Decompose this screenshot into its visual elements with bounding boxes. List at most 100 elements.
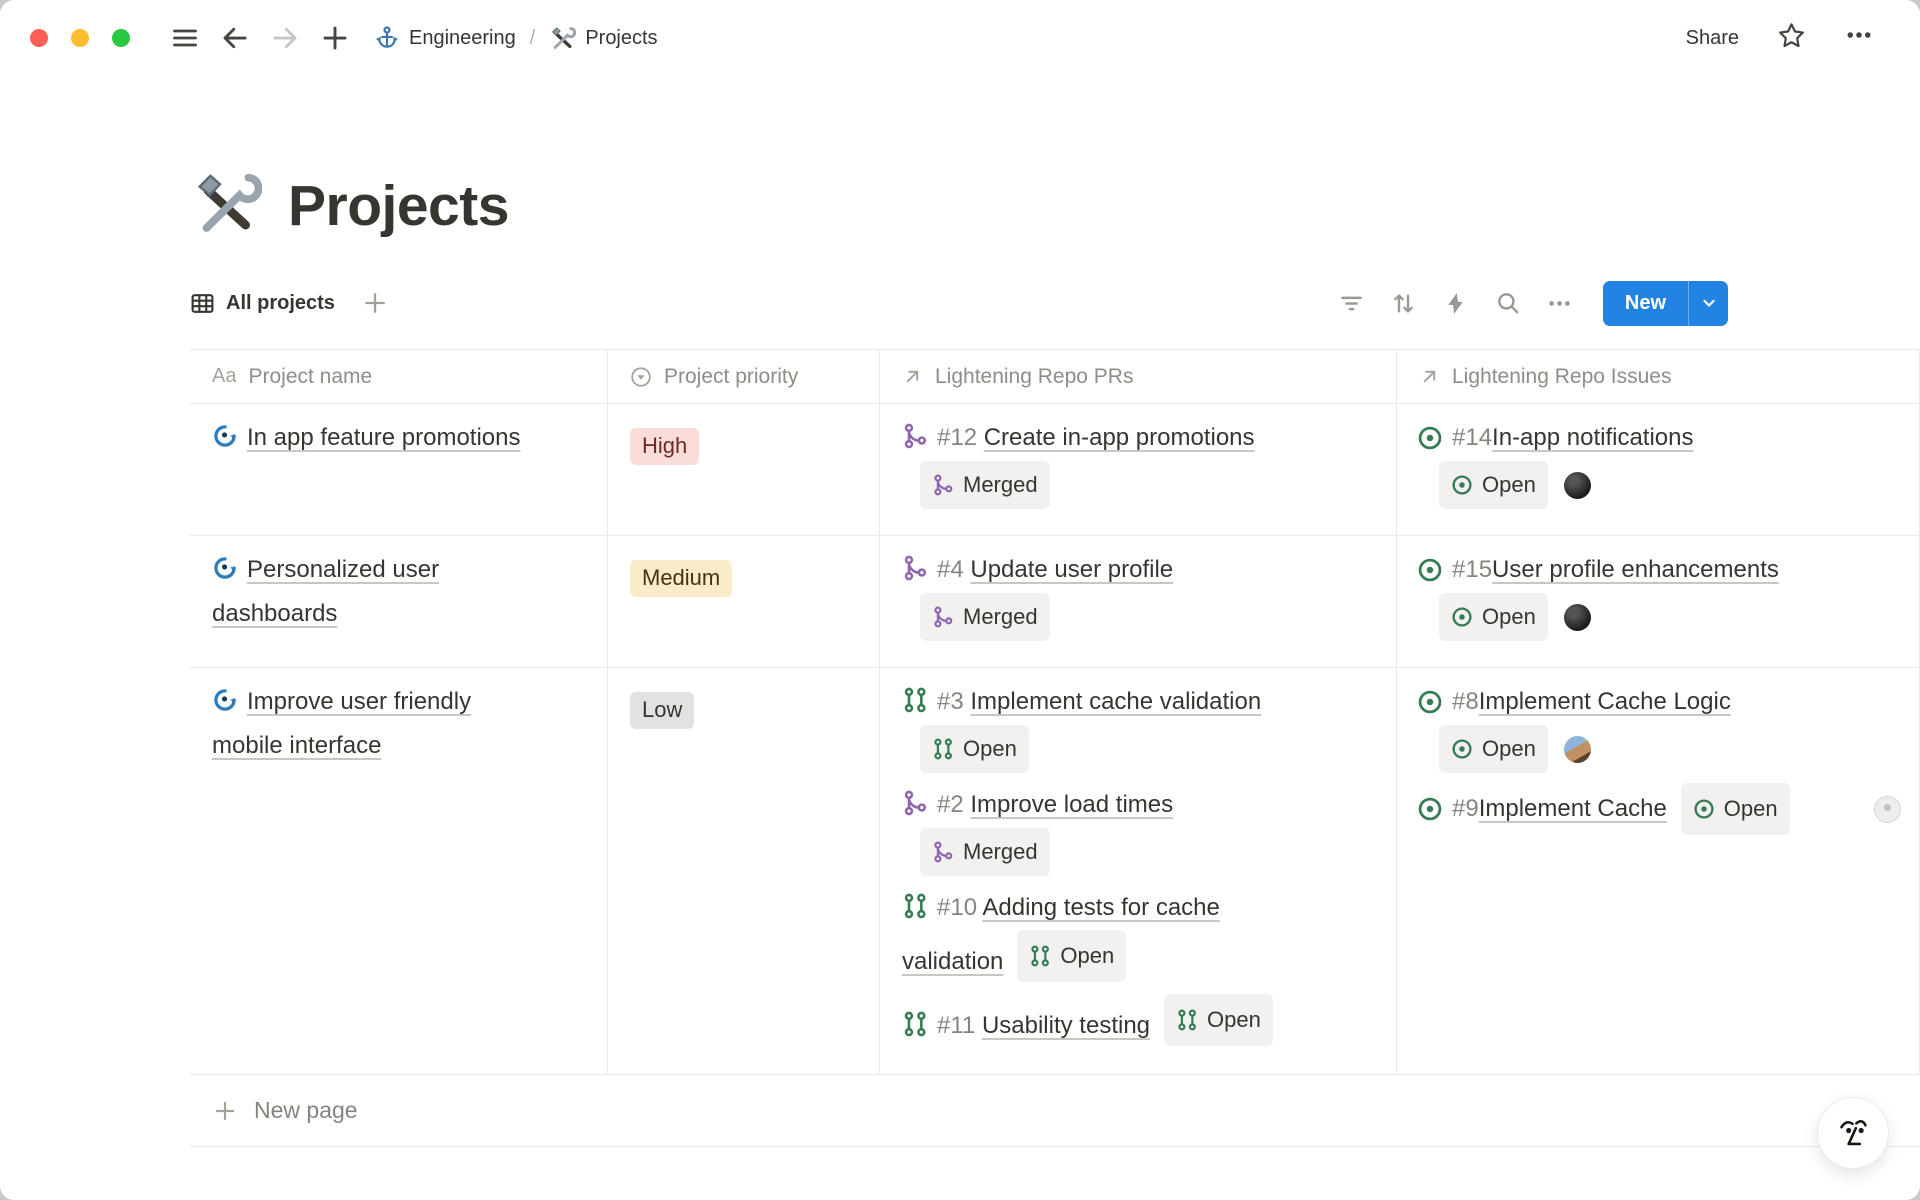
view-label: All projects: [226, 292, 335, 315]
share-button[interactable]: Share: [1686, 27, 1739, 50]
menu-icon[interactable]: [165, 18, 205, 58]
app-window: Engineering / Projects Share: [0, 0, 1920, 1200]
status-badge-label: Open: [963, 729, 1017, 769]
more-icon[interactable]: [1844, 20, 1874, 56]
issue-entry: #15 User profile enhancementsOpen: [1417, 548, 1901, 641]
new-page-button[interactable]: New page: [190, 1075, 1920, 1147]
column-header-label: Lightening Repo Issues: [1452, 365, 1672, 389]
zoom-button[interactable]: [112, 29, 130, 47]
priority-badge[interactable]: Low: [630, 692, 694, 729]
pr-link-line: #2 Improve load times: [902, 783, 1312, 827]
column-header-project-priority[interactable]: Project priority: [608, 350, 880, 403]
forward-arrow-icon[interactable]: [265, 18, 305, 58]
titlebar: Engineering / Projects Share: [0, 0, 1920, 76]
new-button[interactable]: New: [1603, 281, 1689, 326]
pr-link-line: #3 Implement cache validation: [902, 680, 1312, 724]
project-page-link[interactable]: Improve user friendly mobile interface: [212, 688, 471, 759]
column-header-lightening-repo-prs[interactable]: Lightening Repo PRs: [880, 350, 1397, 403]
table-row: In app feature promotionsHigh#12 Create …: [190, 404, 1920, 536]
plus-icon: [212, 1098, 238, 1124]
column-header-label: Project priority: [664, 365, 798, 389]
status-badge-label: Merged: [963, 597, 1038, 637]
breadcrumb-workspace-label: Engineering: [409, 27, 516, 50]
issue-link-line: #9 Implement CacheOpen: [1417, 783, 1901, 835]
pr-link[interactable]: Create in-app promotions: [984, 424, 1255, 451]
git-pr-icon: [902, 893, 928, 919]
project-page-link[interactable]: In app feature promotions: [247, 424, 521, 451]
back-arrow-icon[interactable]: [215, 18, 255, 58]
pr-link[interactable]: Usability testing: [982, 1012, 1150, 1039]
page-icon hammer-wrench-icon[interactable]: [190, 168, 262, 245]
new-dropdown-button[interactable]: [1689, 281, 1728, 326]
table-header-row: AaProject name Project priority Lightening…: [190, 349, 1920, 404]
git-merge-icon: [902, 790, 928, 816]
git-merge-icon: [932, 606, 954, 628]
page-content: Projects All projects: [0, 168, 1920, 1147]
avatar: [1564, 736, 1591, 763]
issue-number: #14: [1452, 416, 1492, 460]
breadcrumb: Engineering / Projects: [374, 25, 658, 52]
git-merge-icon: [932, 841, 954, 863]
issue-link[interactable]: User profile enhancements: [1492, 548, 1779, 592]
pr-link[interactable]: Implement cache validation: [970, 688, 1261, 715]
status-badge-label: Open: [1060, 934, 1114, 978]
lightning-icon[interactable]: [1437, 284, 1475, 322]
add-view-button plus-icon[interactable]: [361, 289, 389, 317]
status-badge-label: Open: [1482, 465, 1536, 505]
column-header-project-name[interactable]: AaProject name: [190, 350, 608, 403]
issue-link[interactable]: Implement Cache: [1479, 787, 1667, 831]
git-pr-icon: [1176, 1009, 1198, 1031]
repo-prs-cell: #12 Create in-app promotionsMerged: [880, 404, 1397, 535]
git-merge-icon: [902, 555, 928, 581]
priority-badge[interactable]: High: [630, 428, 699, 465]
view-more-icon[interactable]: [1541, 284, 1579, 322]
filter-icon[interactable]: [1333, 284, 1371, 322]
issue-link[interactable]: Implement Cache Logic: [1479, 680, 1731, 724]
project-name-cell: In app feature promotions: [190, 404, 608, 535]
pr-link[interactable]: Update user profile: [970, 556, 1173, 583]
cycle-icon: [212, 423, 238, 449]
pr-entry: #2 Improve load timesMerged: [902, 783, 1384, 876]
status-badge-merged: Merged: [920, 461, 1050, 509]
search-icon[interactable]: [1489, 284, 1527, 322]
repo-issues-cell: #15 User profile enhancementsOpen: [1397, 536, 1920, 667]
git-merge-icon: [902, 423, 928, 449]
priority-badge[interactable]: Medium: [630, 560, 732, 597]
tab-all-projects[interactable]: All projects: [190, 291, 335, 316]
pr-entry: #11 Usability testingOpen: [902, 994, 1384, 1048]
status-badge-open: Open: [1439, 461, 1548, 509]
titlebar-actions: Share: [1686, 20, 1874, 56]
git-pr-icon: [902, 687, 928, 713]
breadcrumb-workspace[interactable]: Engineering: [374, 25, 516, 51]
issue-entry: #8 Implement Cache LogicOpen: [1417, 680, 1901, 773]
sort-icon[interactable]: [1385, 284, 1423, 322]
text-type-icon: Aa: [212, 365, 236, 388]
issue-open-icon: [1693, 798, 1715, 820]
pr-status-line: Merged: [920, 461, 1384, 509]
pr-status-line: Open: [920, 725, 1384, 773]
project-name-cell: Personalized user dashboards: [190, 536, 608, 667]
cycle-icon: [212, 687, 238, 713]
pr-link[interactable]: Improve load times: [970, 791, 1173, 818]
new-tab-icon[interactable]: [315, 18, 355, 58]
pr-entry: #4 Update user profileMerged: [902, 548, 1384, 641]
pr-status-line: Merged: [920, 828, 1384, 876]
priority-cell: Low: [608, 668, 880, 1074]
priority-cell: High: [608, 404, 880, 535]
breadcrumb-page[interactable]: Projects: [549, 25, 657, 52]
column-header-lightening-repo-issues[interactable]: Lightening Repo Issues: [1397, 350, 1920, 403]
repo-prs-cell: #3 Implement cache validation Open #2 Impr…: [880, 668, 1397, 1074]
breadcrumb-page-label: Projects: [585, 27, 657, 50]
table-row: Personalized user dashboardsMedium#4 Upd…: [190, 536, 1920, 668]
issue-link-line: #8 Implement Cache Logic: [1417, 680, 1901, 724]
star-icon[interactable]: [1777, 21, 1806, 56]
window-controls: [30, 29, 130, 47]
project-page-link[interactable]: Personalized user dashboards: [212, 556, 439, 627]
anchor-icon: [374, 25, 400, 51]
issue-link[interactable]: In-app notifications: [1492, 416, 1693, 460]
minimize-button[interactable]: [71, 29, 89, 47]
status-badge-merged: Merged: [920, 828, 1050, 876]
notion-ai-button[interactable]: [1817, 1097, 1889, 1169]
close-button[interactable]: [30, 29, 48, 47]
hammer-wrench-icon: [549, 25, 576, 52]
